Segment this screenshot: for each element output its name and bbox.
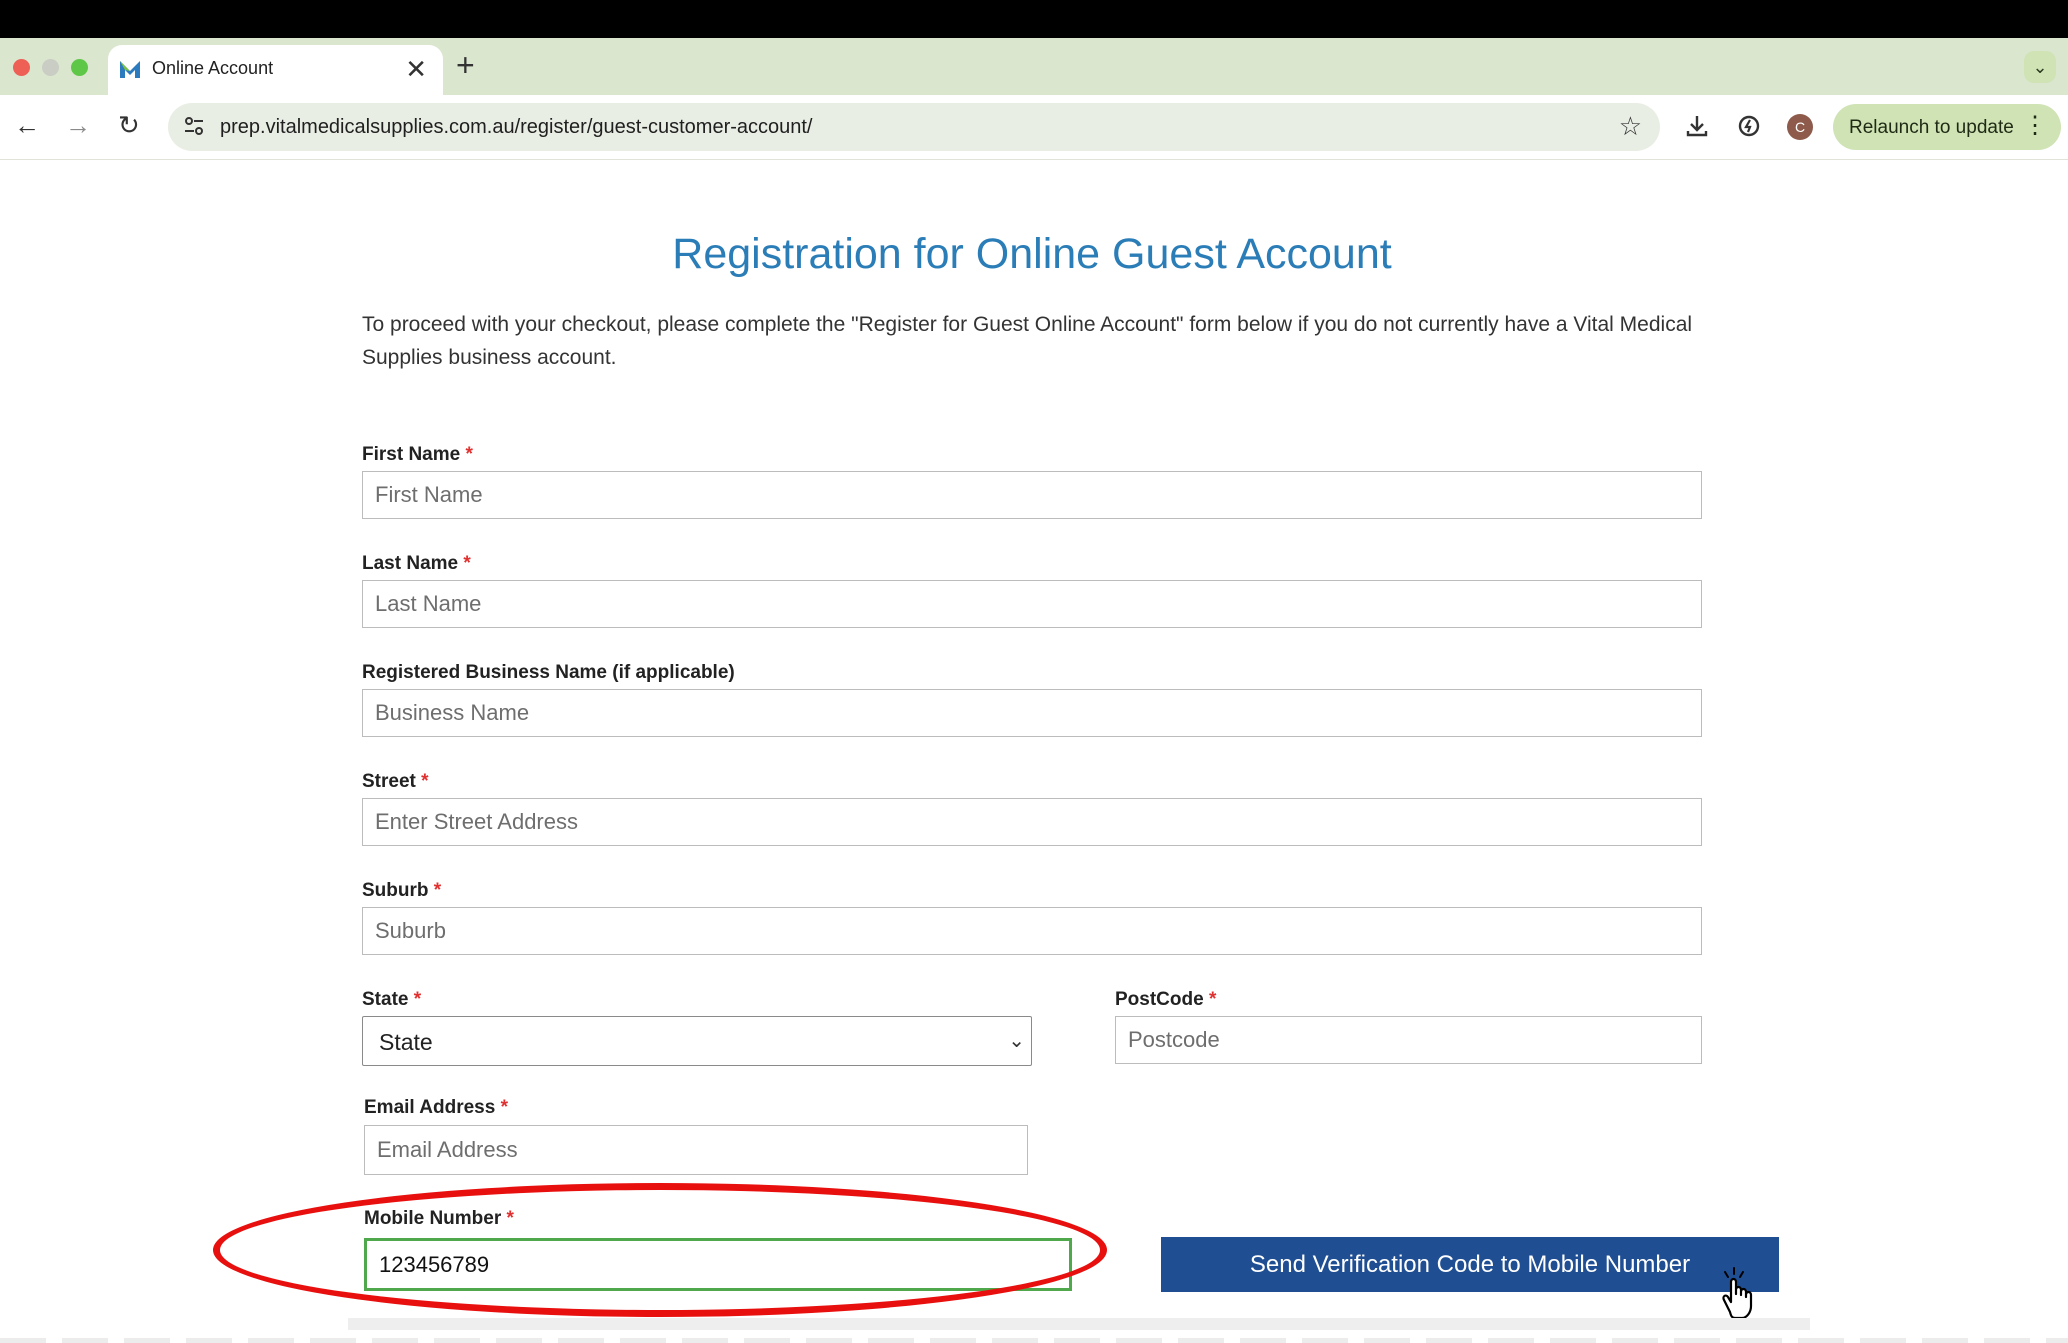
state-label-text: State: [362, 989, 409, 1010]
annotation-red-oval: [213, 1183, 1107, 1317]
relaunch-to-update-button[interactable]: Relaunch to update ⋮: [1833, 104, 2061, 150]
address-bar[interactable]: prep.vitalmedicalsupplies.com.au/registe…: [168, 103, 1660, 151]
suburb-label: Suburb *: [362, 880, 441, 902]
required-mark: *: [463, 553, 471, 574]
tab-search-button[interactable]: ⌄: [2024, 51, 2056, 83]
window-zoom-button[interactable]: [71, 59, 88, 76]
required-mark: *: [500, 1097, 508, 1118]
postcode-label-text: PostCode: [1115, 989, 1204, 1010]
state-label: State *: [362, 989, 421, 1011]
window-close-button[interactable]: [13, 59, 30, 76]
reload-button[interactable]: ↻: [118, 110, 140, 140]
back-button[interactable]: ←: [14, 110, 40, 140]
intro-text: To proceed with your checkout, please co…: [362, 313, 1693, 369]
state-select[interactable]: State ⌄: [362, 1016, 1032, 1066]
extensions-icon[interactable]: [1735, 112, 1763, 140]
new-tab-button[interactable]: +: [456, 48, 475, 82]
forward-button[interactable]: →: [65, 110, 91, 140]
business-name-label-text: Registered Business Name (if applicable): [362, 662, 735, 683]
tab-online-account[interactable]: Online Account ✕: [108, 45, 443, 95]
suburb-label-text: Suburb: [362, 880, 429, 901]
street-label: Street *: [362, 771, 429, 793]
more-menu-icon[interactable]: ⋮: [2023, 113, 2047, 139]
first-name-label: First Name *: [362, 444, 473, 466]
required-mark: *: [433, 880, 442, 901]
street-input[interactable]: [362, 798, 1702, 846]
window-minimize-button[interactable]: [42, 59, 59, 76]
last-name-label: Last Name *: [362, 553, 471, 575]
send-verification-code-button[interactable]: Send Verification Code to Mobile Number: [1161, 1237, 1779, 1292]
required-mark: *: [421, 771, 429, 792]
download-icon[interactable]: [1683, 112, 1711, 140]
email-input[interactable]: [364, 1125, 1028, 1175]
page-bottom-edge: [0, 1338, 2068, 1343]
relaunch-label: Relaunch to update: [1849, 117, 2014, 138]
postcode-label: PostCode *: [1115, 989, 1216, 1011]
page-title: Registration for Online Guest Account: [672, 230, 1392, 278]
bookmark-star-icon[interactable]: ☆: [1619, 111, 1642, 142]
business-name-input[interactable]: [362, 689, 1702, 737]
last-name-input[interactable]: [362, 580, 1702, 628]
state-selected-value: State: [379, 1029, 433, 1055]
required-mark: *: [1208, 989, 1217, 1010]
required-mark: *: [413, 989, 422, 1010]
site-favicon-icon: [120, 61, 140, 78]
chevron-down-icon: ⌄: [1008, 1030, 1025, 1052]
email-label-text: Email Address: [364, 1097, 496, 1118]
first-name-label-text: First Name: [362, 444, 461, 465]
tune-icon[interactable]: [182, 114, 206, 138]
hand-pointer-icon: [1722, 1267, 1753, 1320]
tab-title: Online Account: [152, 58, 274, 78]
street-label-text: Street: [362, 771, 416, 792]
url-text[interactable]: prep.vitalmedicalsupplies.com.au/registe…: [220, 116, 813, 139]
first-name-input[interactable]: [362, 471, 1702, 519]
screen-top-bar: [0, 0, 2068, 38]
last-name-label-text: Last Name: [362, 553, 459, 574]
page-bottom-shade: [348, 1318, 1810, 1330]
postcode-input[interactable]: [1115, 1016, 1702, 1064]
suburb-input[interactable]: [362, 907, 1702, 955]
required-mark: *: [465, 444, 473, 465]
tab-close-icon[interactable]: ✕: [405, 54, 427, 84]
business-name-label: Registered Business Name (if applicable): [362, 662, 735, 684]
profile-avatar[interactable]: C: [1787, 114, 1813, 140]
email-label: Email Address *: [364, 1097, 508, 1119]
